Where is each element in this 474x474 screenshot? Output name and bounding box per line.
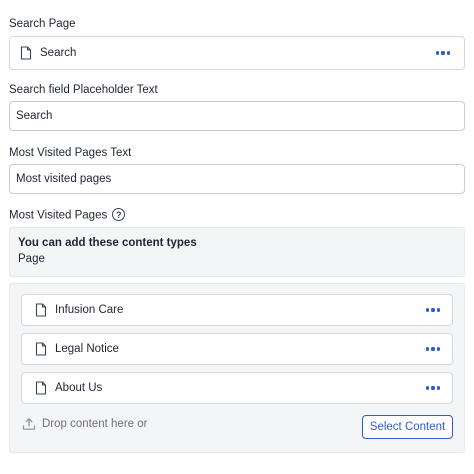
select-content-button[interactable]: Select Content xyxy=(362,415,453,439)
search-page-selection: Search xyxy=(9,36,465,70)
search-page-value: Search xyxy=(40,47,77,59)
info-title: You can add these content types xyxy=(18,237,197,249)
list-item-label: Legal Notice xyxy=(55,343,119,355)
more-options-icon[interactable] xyxy=(432,46,454,60)
most-visited-pages-title: Most Visited Pages xyxy=(9,209,108,222)
list-item-label: About Us xyxy=(55,382,103,394)
list-item-label: Infusion Care xyxy=(55,304,124,316)
more-options-icon[interactable] xyxy=(422,381,444,395)
most-visited-pages-list: Infusion Care Legal Notice About Us Drop… xyxy=(9,283,465,453)
most-visited-text-input[interactable]: Most visited pages xyxy=(9,164,465,194)
most-visited-text-label: Most Visited Pages Text xyxy=(9,147,132,159)
most-visited-pages-label: Most Visited Pages? xyxy=(9,208,126,222)
document-icon xyxy=(35,303,47,317)
search-page-label: Search Page xyxy=(9,18,76,30)
placeholder-text-label: Search field Placeholder Text xyxy=(9,84,158,96)
help-icon[interactable]: ? xyxy=(112,208,126,221)
more-options-icon[interactable] xyxy=(422,342,444,356)
list-item[interactable]: Infusion Care xyxy=(21,294,453,326)
upload-icon xyxy=(22,417,36,431)
info-content-types: Page xyxy=(18,253,45,265)
drop-zone[interactable]: Drop content here or xyxy=(22,417,147,431)
placeholder-text-input[interactable]: Search xyxy=(9,101,465,131)
document-icon xyxy=(35,342,47,356)
list-item[interactable]: Legal Notice xyxy=(21,333,453,365)
drop-zone-text: Drop content here or xyxy=(42,418,148,430)
content-types-info: You can add these content types Page xyxy=(9,227,465,277)
more-options-icon[interactable] xyxy=(422,303,444,317)
list-item[interactable]: About Us xyxy=(21,372,453,404)
document-icon xyxy=(35,381,47,395)
document-icon xyxy=(20,46,32,60)
